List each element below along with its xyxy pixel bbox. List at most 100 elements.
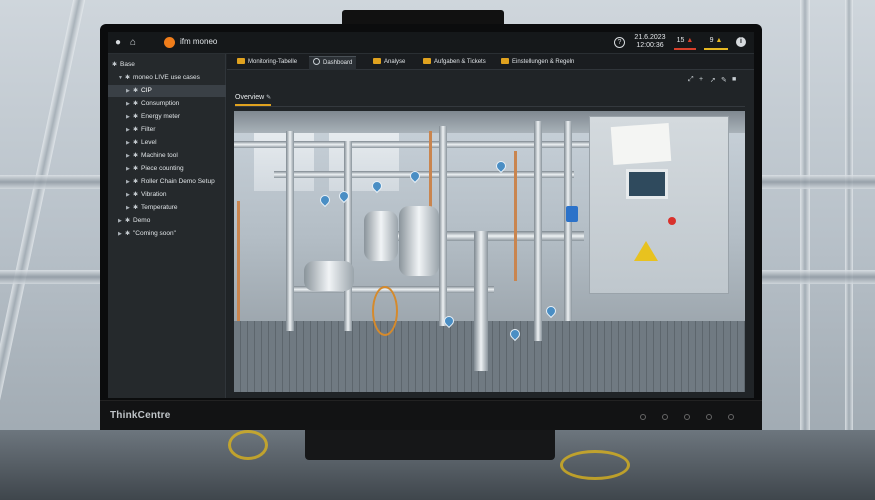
monitor-button[interactable]: [640, 414, 646, 420]
tree-item-demo[interactable]: ▶ ✱ Demo: [118, 215, 150, 227]
datetime: 21.6.2023 12:00:36: [634, 34, 666, 50]
chevron-right-icon[interactable]: ▶: [118, 228, 125, 240]
node-icon: ✱: [133, 192, 139, 198]
background-pipe: [845, 0, 853, 500]
tree-item-piece-counting[interactable]: ▶ ✱ Piece counting: [126, 163, 184, 175]
copper-pipe: [514, 151, 517, 281]
tab-monitoring-tabelle[interactable]: Monitoring-Tabelle: [233, 56, 301, 70]
node-icon: ✱: [133, 205, 139, 211]
node-icon: ✱: [133, 127, 139, 133]
power-button[interactable]: [728, 414, 734, 420]
node-icon: ✱: [133, 140, 139, 146]
tree-item-energy-meter[interactable]: ▶ ✱ Energy meter: [126, 111, 180, 123]
cabinet-document: [610, 123, 672, 165]
node-icon: ✱: [133, 114, 139, 120]
chevron-right-icon[interactable]: ▶: [126, 137, 133, 149]
sensor-pin-icon[interactable]: [543, 303, 559, 319]
tree-group-label: moneo LIVE use cases: [133, 74, 200, 81]
alarm-icon: ▲: [686, 37, 694, 44]
node-icon: ✱: [133, 179, 139, 185]
plant-overview-image: [234, 111, 745, 392]
chevron-right-icon[interactable]: ▶: [126, 150, 133, 162]
sidebar-tree: ✱ Base ▼ ✱ moneo LIVE use cases ▶ ✱ CIP ▶ ✱ Con…: [108, 54, 226, 398]
tree-group[interactable]: ▼ ✱ moneo LIVE use cases: [118, 72, 200, 84]
node-icon: ✱: [133, 88, 139, 94]
info-icon[interactable]: i: [736, 37, 746, 47]
tree-item-label: Temperature: [141, 204, 178, 211]
chevron-right-icon[interactable]: ▶: [126, 189, 133, 201]
tab-dashboard[interactable]: Dashboard: [309, 56, 357, 70]
node-icon: ✱: [125, 218, 131, 224]
tab-label: Analyse: [384, 59, 406, 65]
monitor-brand: ThinkCentre: [110, 410, 171, 421]
node-icon: ✱: [125, 75, 131, 81]
chevron-right-icon[interactable]: ▶: [118, 215, 125, 227]
chevron-right-icon[interactable]: ▶: [126, 85, 133, 97]
node-icon: ✱: [133, 153, 139, 159]
pipe: [534, 121, 542, 341]
pipe: [274, 171, 574, 178]
warning-count: 9: [709, 37, 714, 44]
tree-root-base[interactable]: ✱ Base: [112, 59, 135, 71]
divider: [235, 106, 745, 107]
chevron-right-icon[interactable]: ▶: [126, 202, 133, 214]
tree-item-label: Machine tool: [141, 152, 178, 159]
chevron-right-icon[interactable]: ▶: [126, 98, 133, 110]
main-panel: Monitoring-Tabelle Dashboard Analyse Auf…: [227, 54, 754, 398]
control-cabinet: [589, 116, 729, 294]
tree-item-temperature[interactable]: ▶ ✱ Temperature: [126, 202, 178, 214]
add-icon[interactable]: +: [699, 76, 703, 83]
cabinet-button: [668, 217, 676, 225]
app-logo: [164, 37, 175, 48]
tab-label: Einstellungen & Regeln: [512, 59, 575, 65]
tab-analyse[interactable]: Analyse: [369, 56, 409, 70]
help-icon[interactable]: ?: [614, 37, 625, 48]
tree-item-consumption[interactable]: ▶ ✱ Consumption: [126, 98, 179, 110]
alarm-badge[interactable]: 15 ▲: [674, 35, 696, 50]
delete-icon[interactable]: ■: [732, 76, 736, 83]
pipe: [344, 141, 352, 331]
tree-item-filter[interactable]: ▶ ✱ Filter: [126, 124, 155, 136]
tree-item-level[interactable]: ▶ ✱ Level: [126, 137, 157, 149]
tab-overview[interactable]: Overview ✎: [235, 94, 272, 106]
tree-item-machine-tool[interactable]: ▶ ✱ Machine tool: [126, 150, 178, 162]
tree-item-vibration[interactable]: ▶ ✱ Vibration: [126, 189, 167, 201]
tree-item-label: Demo: [133, 217, 151, 224]
monitor: ● ⌂ ifm moneo ? 21.6.2023 12:00:36 15 ▲ …: [100, 24, 762, 430]
tree-item-cip[interactable]: ▶ ✱ CIP: [108, 85, 226, 97]
monitor-button[interactable]: [684, 414, 690, 420]
tab-label: Dashboard: [323, 60, 353, 66]
warning-badge[interactable]: 9 ▲: [704, 35, 728, 50]
chevron-right-icon[interactable]: ▶: [126, 124, 133, 136]
home-icon[interactable]: ⌂: [130, 37, 136, 49]
node-icon: ✱: [133, 166, 139, 172]
monitor-button[interactable]: [706, 414, 712, 420]
tree-item-label: Energy meter: [141, 113, 181, 120]
fullscreen-icon[interactable]: ⤢: [688, 76, 694, 84]
monitor-button[interactable]: [662, 414, 668, 420]
chevron-down-icon[interactable]: ▼: [118, 72, 125, 84]
tree-item-label: Filter: [141, 126, 156, 133]
user-icon[interactable]: ●: [115, 37, 121, 49]
monitor-stand: [305, 430, 555, 460]
chevron-right-icon[interactable]: ▶: [126, 176, 133, 188]
tree-root-label: Base: [120, 61, 135, 68]
node-icon: ✱: [125, 231, 131, 237]
top-bar: ● ⌂ ifm moneo ? 21.6.2023 12:00:36 15 ▲ …: [108, 32, 754, 54]
edit-icon[interactable]: ✎: [721, 76, 727, 84]
tab-aufgaben-tickets[interactable]: Aufgaben & Tickets: [419, 56, 490, 70]
electrical-warning-icon: [634, 241, 658, 261]
tree-item-coming-soon[interactable]: ▶ ✱ "Coming soon": [118, 228, 176, 240]
tab-einstellungen-regeln[interactable]: Einstellungen & Regeln: [497, 56, 578, 70]
edit-icon[interactable]: ✎: [266, 95, 271, 101]
cabinet-display: [626, 169, 668, 199]
tab-bar: Monitoring-Tabelle Dashboard Analyse Auf…: [227, 54, 754, 70]
tree-item-roller-chain[interactable]: ▶ ✱ Roller Chain Demo Setup: [126, 176, 215, 188]
date: 21.6.2023: [634, 34, 666, 41]
chevron-right-icon[interactable]: ▶: [126, 111, 133, 123]
sensor-pin-icon[interactable]: [317, 192, 333, 208]
pipe: [474, 231, 488, 371]
pin-icon[interactable]: ➚: [710, 76, 716, 84]
chevron-right-icon[interactable]: ▶: [126, 163, 133, 175]
grating-floor: [234, 321, 745, 392]
